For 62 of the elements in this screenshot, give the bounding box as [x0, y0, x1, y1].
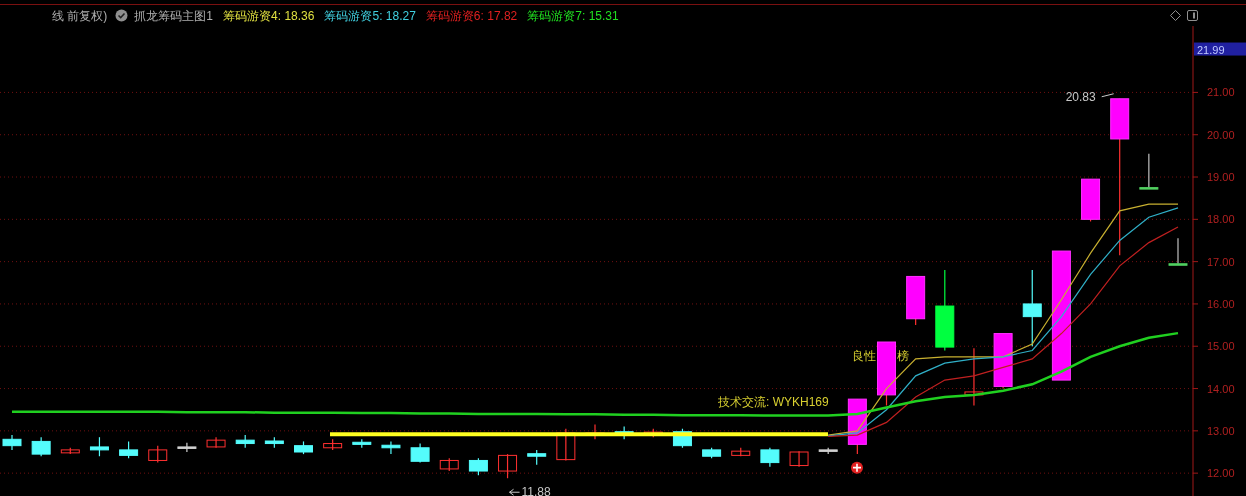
axis-label: 18.00 — [1207, 213, 1235, 226]
candlestick — [352, 438, 372, 449]
candlestick — [235, 434, 255, 449]
candlestick — [731, 447, 751, 457]
candlestick — [439, 457, 459, 472]
candlestick — [1081, 178, 1101, 223]
candlestick — [527, 449, 547, 466]
candlestick — [2, 434, 22, 451]
candlestick — [993, 332, 1013, 390]
candlestick — [906, 275, 926, 326]
legend-item: 筹码游资7: 15.31 — [527, 7, 619, 25]
indicator-name: 抓龙筹码主图1 — [134, 7, 214, 25]
candlestick — [1139, 153, 1159, 190]
check-circle-icon[interactable] — [115, 9, 129, 22]
candlestick — [410, 442, 430, 464]
candlestick — [381, 440, 401, 455]
candlestick — [556, 428, 576, 462]
candlestick — [789, 450, 809, 468]
candlestick — [206, 436, 226, 449]
candlestick — [672, 428, 692, 449]
candlestick — [148, 445, 168, 464]
axis-label: 19.00 — [1207, 171, 1235, 184]
axis-label: 15.00 — [1207, 340, 1235, 353]
axis-label: 14.00 — [1207, 382, 1235, 395]
plus-circle-icon[interactable] — [851, 461, 863, 474]
axis-label: 20.00 — [1207, 128, 1235, 141]
candlestick — [264, 436, 284, 449]
candlestick — [498, 453, 518, 479]
candlestick — [119, 440, 139, 459]
axis-label: 16.00 — [1207, 297, 1235, 310]
annotation: 11.88 — [521, 485, 552, 496]
legend-item: 筹码游资6: 17.82 — [425, 7, 518, 25]
panel-icon[interactable] — [1187, 10, 1198, 21]
price-callout: 11.88 — [509, 485, 551, 496]
candlestick — [760, 447, 780, 468]
candlestick — [877, 341, 896, 407]
contact-note: 技术交流: WYKH169 — [718, 395, 829, 409]
price-marker: 21.99 — [1194, 42, 1246, 56]
candlestick — [60, 447, 80, 455]
candlestick — [702, 447, 722, 459]
candlestick — [468, 457, 488, 476]
period-label: 线 前复权) — [52, 7, 108, 25]
price-callout: 20.83 — [1065, 89, 1115, 104]
axis-label: 21.00 — [1207, 86, 1235, 99]
candlestick — [177, 442, 197, 453]
axis-label: 13.00 — [1207, 424, 1235, 437]
candlestick — [294, 440, 313, 455]
tag-note: 良性 — [852, 349, 876, 363]
candlestick — [643, 428, 663, 438]
candlestick — [31, 436, 51, 457]
candlestick — [964, 347, 984, 407]
tag-note: 榜 — [897, 349, 909, 363]
candlestick — [323, 438, 343, 451]
axis-label: 17.00 — [1207, 255, 1235, 268]
legend-item: 筹码游资4: 18.36 — [223, 7, 315, 25]
candlestick — [614, 426, 634, 440]
legend-item: 筹码游资5: 18.27 — [324, 7, 416, 25]
axis-label: 12.00 — [1207, 467, 1235, 480]
candlestick — [1168, 237, 1188, 266]
diamond-icon[interactable] — [1170, 10, 1181, 21]
candlestick — [89, 436, 109, 457]
annotation: 20.83 — [1065, 89, 1097, 104]
